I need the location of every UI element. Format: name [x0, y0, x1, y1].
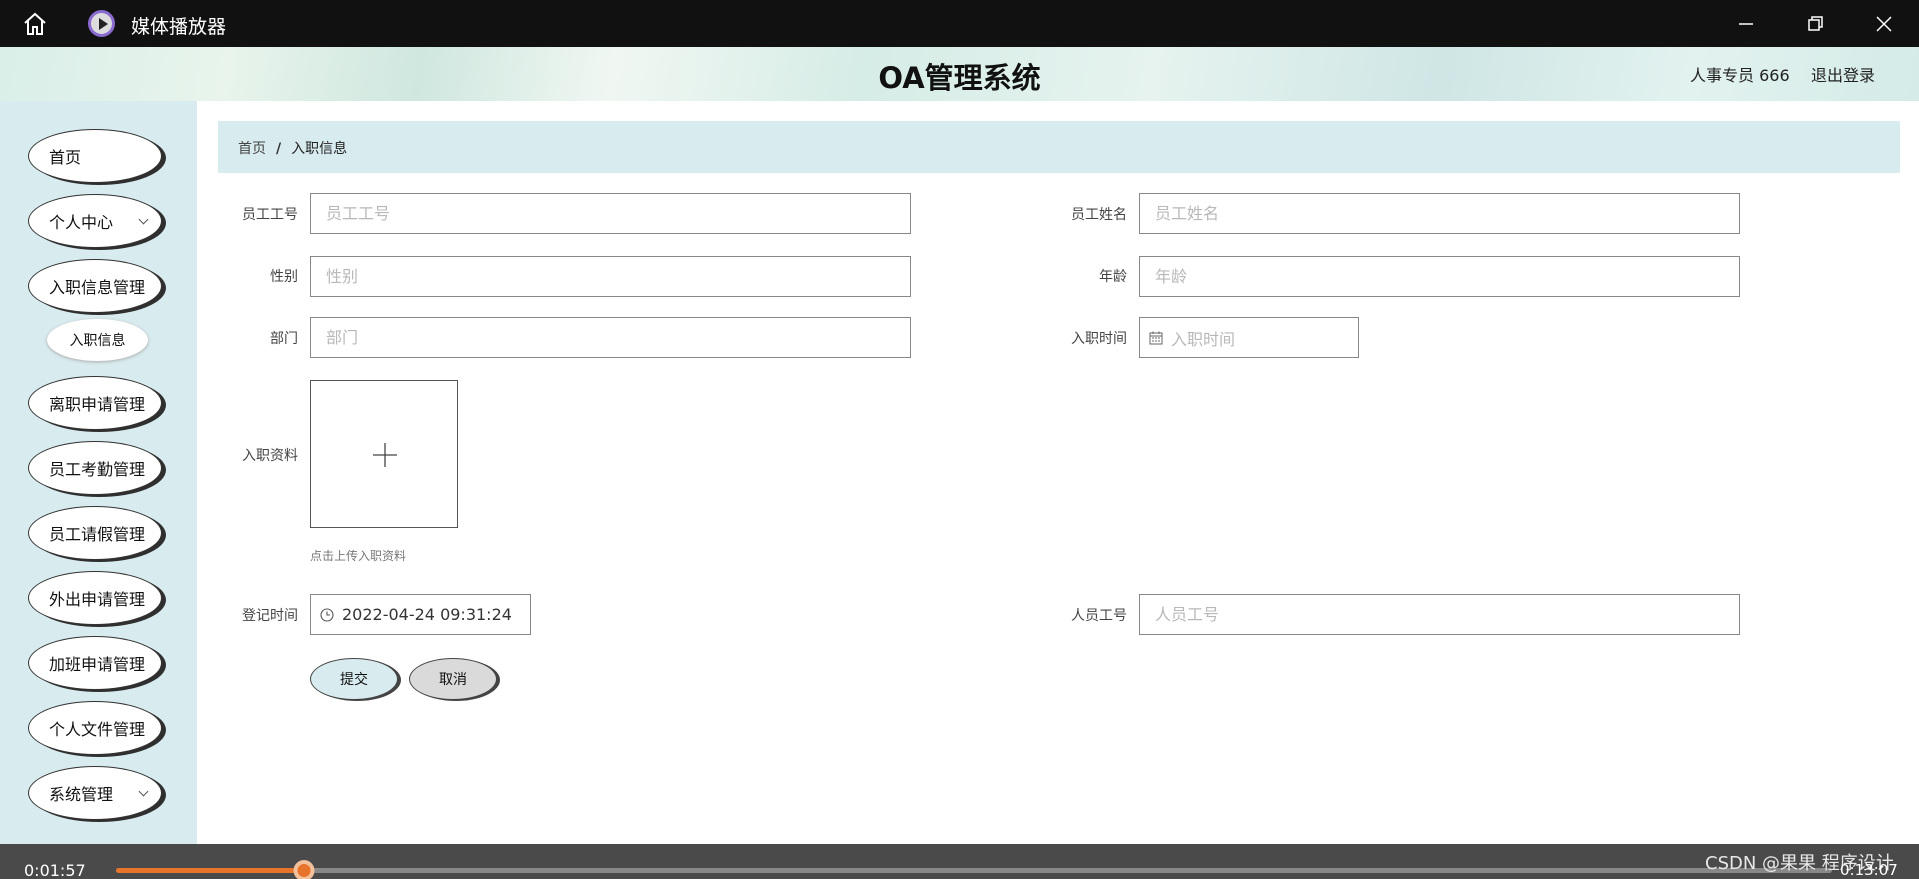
player-controls: 0:01:57 CSDN @果果 程序设计 0:13:07 [0, 844, 1919, 879]
calendar-icon [1149, 331, 1163, 344]
reg-time-picker[interactable]: 2022-04-24 09:31:24 [310, 594, 531, 635]
sidebar-item-attendance[interactable]: 员工考勤管理 [28, 441, 162, 495]
logout-link[interactable]: 退出登录 [1811, 62, 1875, 86]
submit-button[interactable]: 提交 [310, 658, 398, 700]
sidebar-subitem-onboarding-info[interactable]: 入职信息 [47, 319, 148, 361]
staff-no-input[interactable] [1139, 594, 1740, 635]
sidebar: 首页 个人中心 入职信息管理 入职信息 离职申请管理 员工考勤管理 员工请假管理… [0, 101, 197, 844]
chevron-down-icon [138, 786, 149, 797]
chevron-down-icon [138, 214, 149, 225]
sidebar-item-label: 加班申请管理 [49, 655, 146, 674]
materials-upload[interactable] [310, 380, 458, 528]
sidebar-item-personal-center[interactable]: 个人中心 [28, 194, 162, 248]
sidebar-item-outing[interactable]: 外出申请管理 [28, 571, 162, 625]
clock-icon [320, 607, 334, 622]
minimize-icon[interactable] [1732, 10, 1760, 38]
sidebar-item-label: 入职信息管理 [49, 278, 146, 297]
total-time: 0:13:07 [1840, 861, 1898, 879]
staff-no-label: 人员工号 [1071, 608, 1127, 624]
dept-label: 部门 [270, 331, 298, 347]
sidebar-item-system[interactable]: 系统管理 [28, 766, 162, 820]
current-time: 0:01:57 [24, 861, 86, 879]
app-title: OA管理系统 [878, 61, 1041, 95]
entry-time-placeholder: 入职时间 [1171, 329, 1236, 349]
plus-icon [373, 443, 397, 467]
window-title-bar: 媒体播放器 [0, 0, 1919, 47]
breadcrumb-home[interactable]: 首页 [238, 141, 266, 157]
sidebar-item-personal-files[interactable]: 个人文件管理 [28, 701, 162, 755]
reg-time-value: 2022-04-24 09:31:24 [342, 605, 512, 624]
window-title: 媒体播放器 [131, 16, 227, 38]
close-icon[interactable] [1870, 10, 1898, 38]
gender-label: 性别 [270, 269, 298, 285]
sidebar-item-onboarding-management[interactable]: 入职信息管理 [28, 259, 162, 313]
age-input[interactable] [1139, 256, 1740, 297]
reg-time-label: 登记时间 [242, 608, 298, 624]
media-player-logo-icon [88, 10, 115, 37]
sidebar-item-label: 员工考勤管理 [49, 460, 146, 479]
sidebar-item-overtime[interactable]: 加班申请管理 [28, 636, 162, 690]
sidebar-item-label: 员工请假管理 [49, 525, 146, 544]
gender-input[interactable] [310, 256, 911, 297]
emp-no-input[interactable] [310, 193, 911, 234]
entry-time-picker[interactable]: 入职时间 [1139, 317, 1359, 358]
dept-input[interactable] [310, 317, 911, 358]
home-icon[interactable] [21, 10, 49, 38]
cancel-button[interactable]: 取消 [409, 658, 497, 700]
entry-time-label: 入职时间 [1071, 331, 1127, 347]
sidebar-item-label: 外出申请管理 [49, 590, 146, 609]
breadcrumb: 首页 / 入职信息 [218, 121, 1900, 173]
sidebar-item-label: 系统管理 [49, 785, 114, 804]
breadcrumb-current: 入职信息 [291, 141, 348, 157]
sidebar-item-label: 首页 [49, 148, 82, 167]
breadcrumb-separator: / [276, 141, 282, 157]
seek-handle[interactable] [293, 860, 315, 879]
upload-hint: 点击上传入职资料 [310, 549, 407, 563]
sidebar-item-label: 离职申请管理 [49, 395, 146, 414]
age-label: 年龄 [1099, 269, 1127, 285]
sidebar-item-resignation[interactable]: 离职申请管理 [28, 376, 162, 430]
sidebar-item-label: 个人文件管理 [49, 720, 146, 739]
materials-label: 入职资料 [242, 448, 298, 464]
seek-progress [116, 868, 304, 873]
restore-icon[interactable] [1801, 10, 1829, 38]
sidebar-item-label: 个人中心 [49, 213, 114, 232]
seek-bar[interactable] [116, 860, 1832, 879]
emp-name-input[interactable] [1139, 193, 1740, 234]
app-header: OA管理系统 人事专员 666 退出登录 [0, 47, 1919, 101]
emp-name-label: 员工姓名 [1071, 207, 1127, 223]
current-user: 人事专员 666 [1690, 66, 1790, 85]
emp-no-label: 员工工号 [242, 207, 298, 223]
sidebar-item-home[interactable]: 首页 [28, 129, 162, 183]
sidebar-item-leave[interactable]: 员工请假管理 [28, 506, 162, 560]
